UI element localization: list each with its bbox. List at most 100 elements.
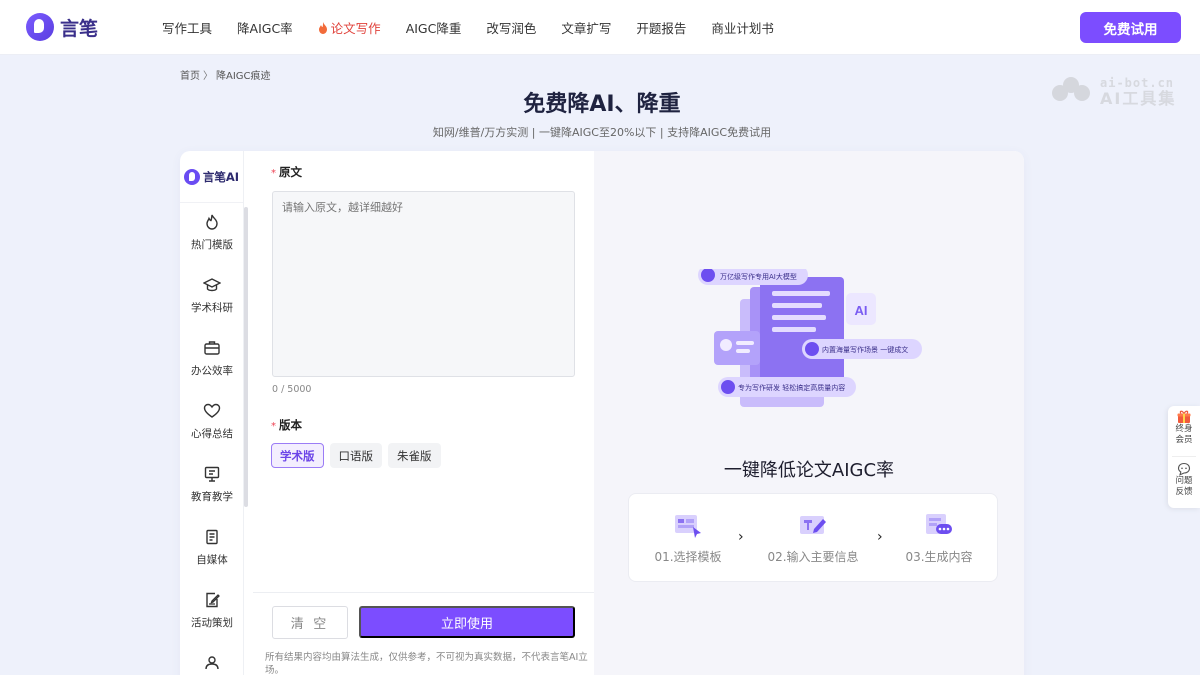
step-label: 03.生成内容 [905,550,973,564]
nav-item-label: 改写润色 [486,21,537,36]
briefcase-icon [204,341,220,355]
sidebar-item-label: 教育教学 [191,491,233,503]
illustration-tag-scenes: 内置海量写作场景 一键成文 [822,345,908,354]
step-generate: 03.生成内容 [889,511,989,565]
source-text-input[interactable] [272,191,575,377]
breadcrumb-current: 降AIGC痕迹 [216,71,271,82]
float-item-label: 终身会员 [1175,424,1193,445]
version-selector: 学术版 口语版 朱雀版 [271,443,441,468]
char-counter: 0 / 5000 [272,384,312,395]
sidebar-item-label: 学术科研 [191,302,233,314]
nav-item-label: AIGC降重 [405,21,462,36]
sidebar-item-education[interactable]: 教育教学 [180,455,244,515]
main-nav: 写作工具 降AIGC率 论文写作 AIGC降重 改写润色 文章扩写 开题报告 商… [162,0,799,55]
chevron-right-icon: › [738,529,744,545]
top-navbar: 言笔 写作工具 降AIGC率 论文写作 AIGC降重 改写润色 文章扩写 开题报… [0,0,1200,55]
sidebar-item-hot-templates[interactable]: 热门模版 [180,203,244,263]
step-label: 01.选择模板 [654,550,722,564]
presentation-icon [204,466,220,482]
brand-name: 言笔 [60,17,99,40]
nav-item-label: 写作工具 [162,21,213,36]
sidebar-item-label: 办公效率 [191,365,233,377]
note-icon [206,529,218,545]
nav-item-paper-writing[interactable]: 论文写作 [318,18,381,37]
disclaimer-text: 所有结果内容均由算法生成，仅供参考，不可视为真实数据，不代表言笔AI立场。 [265,652,588,675]
main-card: 言笔AI 热门模版 学术科研 办公效率 心得总结 教育教学 自媒体 活动策划 *… [180,151,1024,675]
source-field-label: * 原文 [271,164,302,180]
sidebar-scrollbar[interactable] [244,207,248,507]
nav-item-business-plan[interactable]: 商业计划书 [711,18,774,37]
illustration-tag-model: 万亿级写作专用AI大模型 [720,272,797,281]
writing-illustration: AI 万亿级写作专用AI大模型 内置海量写作场景 一键成文 专为写作研发 轻松搞… [698,269,922,407]
input-icon [800,516,826,534]
feature-title: 一键降低论文AIGC率 [723,460,895,481]
logo-icon [26,13,54,41]
nav-item-proposal[interactable]: 开题报告 [636,18,686,37]
sidebar-brand-name: 言笔AI [202,169,240,184]
version-colloquial[interactable]: 口语版 [329,443,382,468]
page-title: 免费降AI、降重 [523,92,681,117]
required-marker: * [271,421,276,432]
source-label-text: 原文 [279,165,302,179]
version-field-label: * 版本 [271,417,302,433]
sidebar-item-self-media[interactable]: 自媒体 [180,518,244,578]
ai-badge-text: AI [855,303,868,318]
floating-side-panel: 终身会员 问题反馈 [1168,406,1200,508]
step-input-info: 02.输入主要信息 [763,511,863,565]
nav-item-aigc-dedup[interactable]: AIGC降重 [406,18,462,37]
chevron-right-icon: › [877,529,883,545]
step-select-template: 01.选择模板 [638,511,738,565]
fire-icon [206,214,218,230]
feedback-icon [1177,462,1191,476]
steps-panel: 01.选择模板 › 02.输入主要信息 › 03.生成内容 [628,493,998,582]
sidebar-logo-icon [183,168,200,185]
brand-logo[interactable]: 言笔 [26,13,98,41]
sidebar-item-event-planning[interactable]: 活动策划 [180,581,244,641]
illustration-tag-quality: 专为写作研发 轻松搞定高质量内容 [738,383,845,392]
sidebar-item-academic[interactable]: 学术科研 [180,266,244,326]
sidebar-item-label: 心得总结 [191,428,233,440]
step-label: 02.输入主要信息 [767,550,859,564]
input-panel: *原文 0 / 5000 *版本 学术版 口语版 朱雀版 清 空 立即使用 所有… [253,151,594,675]
breadcrumb-home[interactable]: 首页 [180,67,200,82]
graduation-cap-icon [203,278,221,292]
nav-item-rewrite[interactable]: 改写润色 [486,18,536,37]
version-label-text: 版本 [279,418,302,432]
nav-item-label: 论文写作 [330,21,381,36]
sidebar-item-label: 热门模版 [191,239,233,251]
version-zhuque[interactable]: 朱雀版 [388,443,441,468]
sidebar-item-label: 活动策划 [191,617,233,629]
lifetime-member-button[interactable]: 终身会员 [1168,410,1200,446]
user-group-icon [205,656,219,670]
sidebar-item-label: 自媒体 [196,554,228,566]
sidebar-item-office[interactable]: 办公效率 [180,329,244,389]
edit-document-icon [206,592,220,608]
free-trial-button[interactable]: 免费试用 [1080,12,1181,43]
sidebar-item-reflections[interactable]: 心得总结 [180,392,244,452]
sidebar-brand[interactable]: 言笔AI [180,151,243,203]
nav-item-label: 开题报告 [636,21,687,36]
breadcrumb-separator: 〉 [203,71,213,82]
clear-button[interactable]: 清 空 [272,606,348,639]
gift-icon [1177,410,1191,423]
output-panel: AI 万亿级写作专用AI大模型 内置海量写作场景 一键成文 专为写作研发 轻松搞… [594,151,1024,675]
generate-icon [926,514,952,534]
version-academic[interactable]: 学术版 [271,443,324,468]
float-item-label: 问题反馈 [1175,476,1193,497]
fire-icon [318,21,327,34]
nav-item-reduce-aigc[interactable]: 降AIGC率 [237,18,293,37]
nav-item-label: 降AIGC率 [237,21,293,36]
required-marker: * [271,168,276,179]
submit-button[interactable]: 立即使用 [359,606,575,638]
feedback-button[interactable]: 问题反馈 [1168,462,1200,498]
divider [1172,456,1196,457]
breadcrumb: 首页 〉 降AIGC痕迹 [180,67,271,82]
page-subtitle: 知网/维普/万方实测 | 一键降AIGC至20%以下 | 支持降AIGC免费试用 [432,126,772,139]
nav-item-expand[interactable]: 文章扩写 [561,18,611,37]
nav-item-writing-tools[interactable]: 写作工具 [162,18,212,37]
heart-icon [203,403,221,418]
sidebar-item-more[interactable] [180,644,244,675]
template-icon [675,515,701,538]
nav-item-label: 文章扩写 [561,21,612,36]
category-sidebar: 言笔AI 热门模版 学术科研 办公效率 心得总结 教育教学 自媒体 活动策划 [180,151,244,675]
